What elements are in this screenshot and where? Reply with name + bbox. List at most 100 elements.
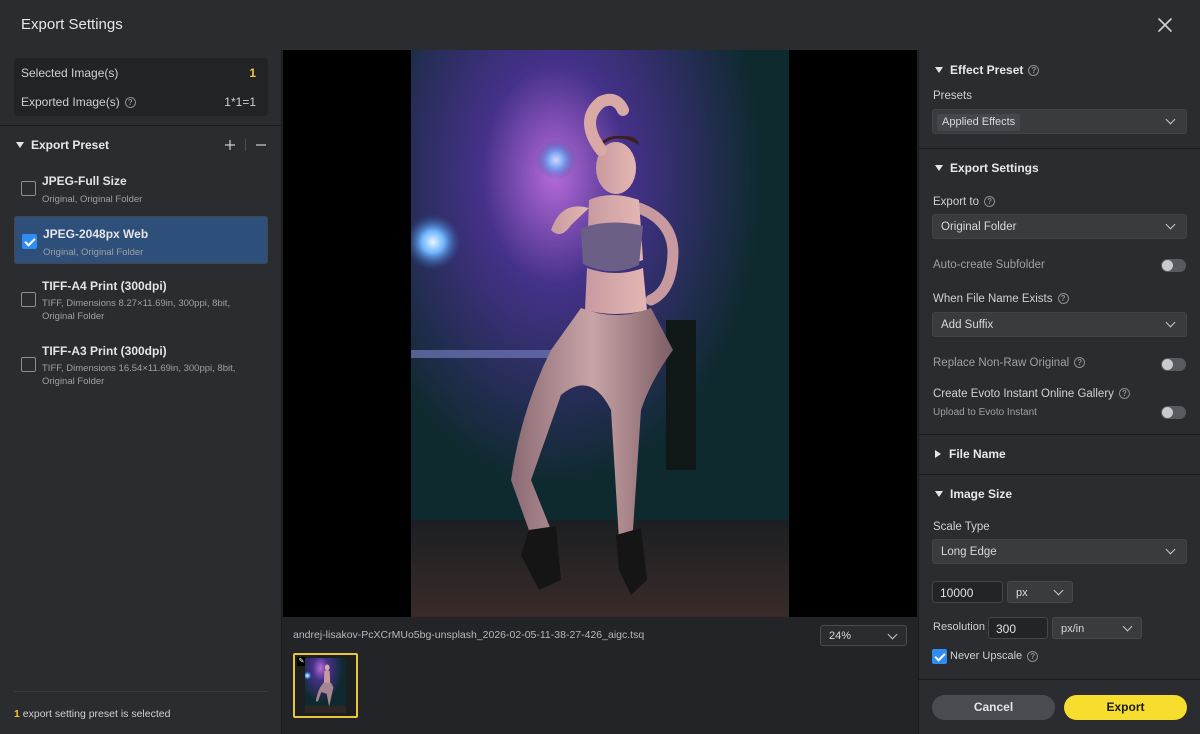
preset-item[interactable]: TIFF-A4 Print (300dpi) TIFF, Dimensions … [14, 272, 268, 334]
scale-type-dropdown[interactable]: Long Edge [932, 539, 1187, 564]
selection-status-text: export setting preset is selected [19, 708, 171, 720]
thumbnail-photo [305, 658, 346, 713]
size-unit-select[interactable]: px [1007, 581, 1073, 603]
exported-images-row: Exported Image(s)? 1*1=1 [21, 88, 256, 116]
info-icon[interactable]: ? [1118, 388, 1130, 400]
file-name-title: File Name [949, 447, 1006, 461]
applied-effects-tag: Applied Effects [937, 114, 1021, 131]
selected-images-count: 1 [249, 66, 256, 80]
chevron-down-icon [1165, 219, 1176, 230]
preset-checkbox[interactable] [22, 234, 37, 249]
image-summary: Selected Image(s) 1 Exported Image(s)? 1… [14, 58, 268, 116]
preset-description: Original, Original Folder [42, 194, 143, 205]
effect-preset-title: Effect Preset [950, 63, 1024, 77]
chevron-down-icon [1122, 621, 1133, 632]
remove-preset-icon[interactable] [255, 139, 267, 151]
file-name-header[interactable]: File Name [935, 446, 1186, 462]
exported-images-count: 1*1=1 [224, 95, 256, 109]
cancel-button[interactable]: Cancel [932, 695, 1055, 720]
resolution-input[interactable]: 300 [988, 617, 1048, 639]
zoom-select[interactable]: 24% [820, 625, 907, 646]
gallery-label: Create Evoto Instant Online Gallery? [933, 388, 1130, 400]
selection-status: 1 export setting preset is selected [14, 708, 170, 720]
preset-name: JPEG-2048px Web [43, 227, 149, 241]
resolution-unit-select[interactable]: px/in [1052, 617, 1142, 639]
title-bar: Export Settings [0, 0, 1200, 50]
preset-checkbox[interactable] [21, 181, 36, 196]
chevron-down-icon [1165, 317, 1176, 328]
image-size-header[interactable]: Image Size [935, 486, 1186, 502]
scale-type-value: Long Edge [941, 546, 997, 558]
preset-description: Original, Original Folder [43, 247, 144, 258]
preset-checkbox[interactable] [21, 292, 36, 307]
collapse-icon[interactable] [935, 67, 943, 73]
auto-subfolder-label: Auto-create Subfolder [933, 259, 1045, 271]
export-settings-title: Export Settings [950, 161, 1039, 175]
export-to-dropdown[interactable]: Original Folder [932, 214, 1187, 239]
file-exists-label: When File Name Exists? [933, 293, 1069, 305]
resolution-value: 300 [996, 622, 1017, 636]
replace-original-toggle[interactable] [1161, 358, 1186, 371]
preset-checkbox[interactable] [21, 357, 36, 372]
preset-item[interactable]: JPEG-Full Size Original, Original Folder [14, 164, 268, 212]
export-settings-header[interactable]: Export Settings [935, 160, 1186, 176]
preset-item-selected[interactable]: JPEG-2048px Web Original, Original Folde… [14, 216, 268, 264]
chevron-down-icon [1165, 544, 1176, 555]
export-preset-header[interactable]: Export Preset [16, 137, 267, 153]
info-icon[interactable]: ? [124, 97, 136, 109]
gallery-sublabel: Upload to Evoto Instant [933, 407, 1037, 418]
resolution-label: Resolution [933, 621, 985, 633]
collapse-icon[interactable] [935, 491, 943, 497]
export-to-value: Original Folder [941, 221, 1017, 233]
presets-dropdown[interactable]: Applied Effects [932, 109, 1187, 134]
chevron-down-icon [1165, 114, 1176, 125]
file-exists-dropdown[interactable]: Add Suffix [932, 312, 1187, 337]
gallery-toggle[interactable] [1161, 406, 1186, 419]
selected-images-row: Selected Image(s) 1 [21, 59, 256, 87]
auto-subfolder-toggle[interactable] [1161, 259, 1186, 272]
chevron-down-icon [1053, 585, 1064, 596]
preset-name: TIFF-A4 Print (300dpi) [42, 279, 167, 293]
export-to-label: Export to? [933, 196, 996, 208]
preset-name: JPEG-Full Size [42, 174, 127, 188]
preset-description: TIFF, Dimensions 8.27×11.69in, 300ppi, 8… [42, 298, 231, 322]
info-icon[interactable]: ? [1057, 293, 1069, 305]
collapse-icon[interactable] [16, 142, 24, 148]
selected-images-label: Selected Image(s) [21, 66, 119, 80]
image-size-title: Image Size [950, 487, 1013, 501]
info-icon[interactable]: ? [1074, 357, 1086, 369]
replace-original-label: Replace Non-Raw Original? [933, 357, 1086, 369]
zoom-value: 24% [829, 630, 852, 642]
expand-icon[interactable] [935, 450, 941, 458]
file-exists-value: Add Suffix [941, 319, 994, 331]
never-upscale-label: Never Upscale? [950, 650, 1039, 662]
size-unit-value: px [1016, 587, 1028, 599]
image-viewer[interactable] [283, 50, 917, 617]
add-preset-icon[interactable] [224, 139, 236, 151]
effect-preset-header[interactable]: Effect Preset ? [935, 62, 1186, 78]
exported-images-label: Exported Image(s) [21, 95, 120, 109]
info-icon[interactable]: ? [984, 196, 996, 208]
left-panel: Selected Image(s) 1 Exported Image(s)? 1… [0, 50, 282, 734]
chevron-down-icon [887, 629, 898, 640]
presets-label: Presets [933, 90, 972, 102]
info-icon[interactable]: ? [1028, 64, 1040, 76]
resolution-unit-value: px/in [1061, 623, 1085, 635]
size-value: 10000 [940, 586, 974, 600]
export-button[interactable]: Export [1064, 695, 1187, 720]
preview-area: andrej-lisakov-PcXCrMUo5bg-unsplash_2026… [283, 50, 917, 734]
info-icon[interactable]: ? [1027, 650, 1039, 662]
size-input[interactable]: 10000 [932, 581, 1003, 603]
file-name-label: andrej-lisakov-PcXCrMUo5bg-unsplash_2026… [293, 629, 645, 641]
scale-type-label: Scale Type [933, 521, 990, 533]
dialog-title: Export Settings [21, 16, 123, 33]
preset-item[interactable]: TIFF-A3 Print (300dpi) TIFF, Dimensions … [14, 337, 268, 399]
never-upscale-checkbox[interactable] [932, 649, 947, 664]
collapse-icon[interactable] [935, 165, 943, 171]
export-preset-title: Export Preset [31, 138, 110, 152]
close-icon[interactable] [1155, 15, 1175, 35]
preview-photo [411, 50, 789, 617]
right-panel: Effect Preset ? Presets Applied Effects … [918, 50, 1200, 734]
preset-name: TIFF-A3 Print (300dpi) [42, 344, 167, 358]
image-thumbnail[interactable]: ✎ [293, 653, 358, 718]
